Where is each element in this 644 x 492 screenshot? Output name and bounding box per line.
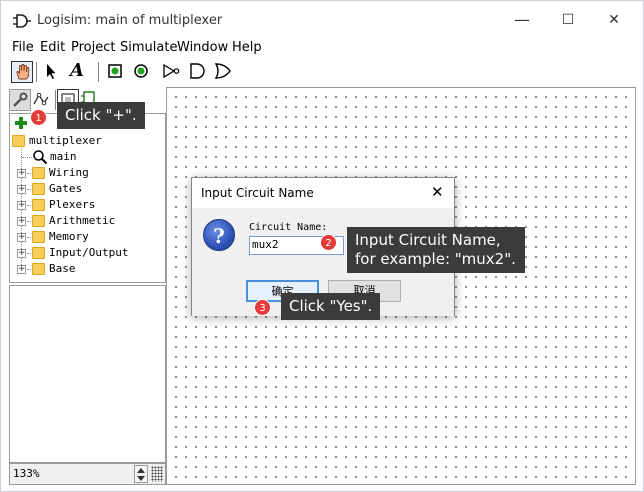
folder-icon	[32, 247, 45, 259]
step-3-text: Click "Yes".	[289, 297, 373, 315]
tree-lib-wiring[interactable]: Wiring	[49, 165, 89, 181]
add-circuit-button[interactable]	[13, 115, 29, 131]
tree-lib-input-output[interactable]: Input/Output	[49, 245, 128, 261]
folder-icon	[32, 231, 45, 243]
toolbar-separator	[36, 62, 37, 82]
window-title: Logisim: main of multiplexer	[37, 13, 223, 28]
maximize-button[interactable]: ☐	[553, 9, 583, 31]
step-2-badge: 2	[320, 234, 337, 251]
toolbox-view-button[interactable]	[9, 89, 31, 111]
step-2-callout: Input Circuit Name, for example: "mux2".	[347, 227, 525, 273]
menu-project[interactable]: Project	[71, 40, 115, 55]
zoom-control: 133%	[9, 463, 166, 485]
or-gate-tool[interactable]	[213, 61, 235, 83]
chevron-up-icon	[137, 468, 145, 473]
expand-toggle[interactable]: +	[17, 185, 26, 194]
and-gate-icon	[190, 63, 205, 79]
expand-toggle[interactable]: +	[17, 201, 26, 210]
zoom-stepper[interactable]	[134, 465, 148, 483]
text-tool[interactable]: A	[67, 60, 89, 83]
menu-window[interactable]: Window	[177, 40, 228, 55]
logisim-app-icon	[13, 14, 31, 28]
hand-poke-icon	[16, 64, 30, 80]
not-gate-icon	[163, 63, 180, 79]
expand-toggle[interactable]: +	[17, 233, 26, 242]
magnifier-icon	[33, 150, 48, 165]
sim-tree-button[interactable]	[31, 89, 53, 111]
menu-bar: File Edit Project Simulate Window Help	[1, 38, 643, 58]
wrench-icon	[13, 92, 28, 107]
folder-icon	[32, 263, 45, 275]
grid-toggle[interactable]	[151, 466, 163, 482]
select-tool[interactable]	[41, 61, 63, 83]
step-2-text-line1: Input Circuit Name,	[355, 231, 501, 249]
not-gate-tool[interactable]	[161, 61, 183, 83]
hand-poke-tool[interactable]	[11, 61, 33, 83]
tree-lib-arithmetic[interactable]: Arithmetic	[49, 213, 115, 229]
step-3-badge: 3	[254, 299, 271, 316]
circuit-name-label: Circuit Name:	[249, 222, 328, 233]
arrow-select-icon	[47, 64, 56, 79]
dialog-title: Input Circuit Name	[201, 186, 314, 200]
step-1-callout: Click "+".	[57, 102, 145, 129]
toolbar-separator	[55, 90, 56, 110]
dialog-close-button[interactable]: ✕	[431, 183, 444, 201]
folder-icon	[12, 135, 25, 147]
question-icon: ?	[203, 219, 235, 251]
input-pin-icon	[108, 64, 122, 78]
simulation-tree-icon	[33, 92, 49, 106]
toolbar-separator	[98, 62, 99, 82]
tree-lib-gates[interactable]: Gates	[49, 181, 82, 197]
menu-edit[interactable]: Edit	[40, 40, 65, 55]
expand-toggle[interactable]: +	[17, 169, 26, 178]
folder-icon	[32, 215, 45, 227]
menu-help[interactable]: Help	[232, 40, 262, 55]
folder-icon	[32, 183, 45, 195]
folder-icon	[32, 199, 45, 211]
and-gate-tool[interactable]	[187, 61, 209, 83]
output-pin-tool[interactable]	[131, 61, 153, 83]
step-3-callout: Click "Yes".	[281, 293, 381, 320]
tree-lib-memory[interactable]: Memory	[49, 229, 89, 245]
tree-lib-base[interactable]: Base	[49, 261, 76, 277]
expand-toggle[interactable]: +	[17, 249, 26, 258]
close-button[interactable]: ✕	[599, 9, 629, 31]
plus-icon	[15, 117, 27, 129]
step-2-text-line2: for example: "mux2".	[355, 250, 516, 268]
tree-lib-plexers[interactable]: Plexers	[49, 197, 95, 213]
zoom-value: 133%	[13, 467, 40, 480]
output-pin-icon	[134, 64, 148, 78]
text-tool-icon: A	[70, 60, 84, 81]
tree-guide	[22, 157, 32, 158]
input-pin-tool[interactable]	[105, 61, 127, 83]
minimize-button[interactable]: —	[507, 9, 537, 31]
step-1-text: Click "+".	[65, 106, 137, 124]
tree-root-multiplexer[interactable]: multiplexer	[29, 133, 102, 149]
or-gate-icon	[214, 63, 231, 79]
folder-icon	[32, 167, 45, 179]
tree-circuit-main[interactable]: main	[50, 149, 77, 165]
expand-toggle[interactable]: +	[17, 217, 26, 226]
title-bar: Logisim: main of multiplexer — ☐ ✕	[1, 1, 643, 37]
expand-toggle[interactable]: +	[17, 265, 26, 274]
project-explorer: multiplexer main + Wiring + Gates + Plex…	[9, 113, 166, 283]
menu-simulate[interactable]: Simulate	[120, 40, 177, 55]
menu-file[interactable]: File	[12, 40, 34, 55]
chevron-down-icon	[137, 476, 145, 481]
attribute-table	[9, 285, 166, 463]
logisim-window: Logisim: main of multiplexer — ☐ ✕ File …	[0, 0, 644, 492]
step-1-badge: 1	[30, 109, 47, 126]
